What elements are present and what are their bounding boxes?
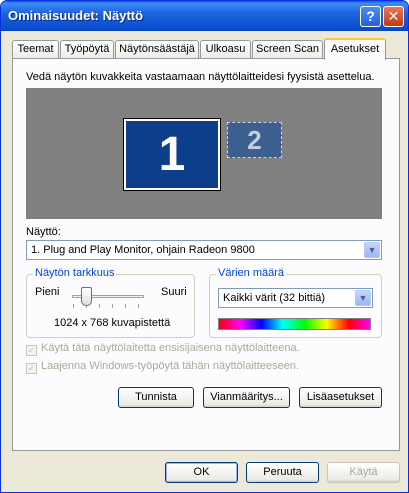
slider-tick (112, 304, 113, 308)
identify-button[interactable]: Tunnista (118, 387, 194, 408)
tab-strip: Teemat Työpöytä Näytönsäästäjä Ulkoasu S… (12, 38, 400, 60)
settings-panel: Vedä näytön kuvakkeita vastaamaan näyttö… (12, 58, 400, 451)
color-quality-value: Kaikki värit (32 bittiä) (223, 292, 326, 304)
window-title: Ominaisuudet: Näyttö (8, 8, 144, 23)
resolution-slider-thumb[interactable] (81, 287, 92, 306)
tab-screen-scan[interactable]: Screen Scan (252, 40, 323, 59)
ok-button[interactable]: OK (165, 462, 238, 483)
monitor-1[interactable]: 1 (123, 118, 221, 191)
color-quality-title: Värien määrä (216, 267, 287, 279)
tab-appearance[interactable]: Ulkoasu (200, 40, 251, 59)
resolution-min-label: Pieni (35, 286, 60, 298)
resolution-max-label: Suuri (161, 286, 187, 298)
monitor-arrangement-area[interactable]: 1 2 (26, 88, 382, 219)
resolution-title: Näytön tarkkuus (33, 267, 117, 279)
tab-themes[interactable]: Teemat (12, 40, 59, 59)
chevron-down-icon[interactable]: ▼ (364, 242, 380, 258)
slider-tick (125, 304, 126, 308)
help-button[interactable]: ? (360, 6, 381, 27)
cancel-button[interactable]: Peruuta (246, 462, 319, 483)
monitor-2[interactable]: 2 (227, 122, 282, 158)
color-quality-select[interactable]: Kaikki värit (32 bittiä) ▼ (218, 288, 373, 308)
display-select[interactable]: 1. Plug and Play Monitor, ohjain Radeon … (26, 240, 382, 260)
tab-settings[interactable]: Asetukset (324, 38, 386, 60)
title-bar[interactable]: Ominaisuudet: Näyttö ? ✕ (1, 1, 408, 31)
slider-tick (138, 304, 139, 308)
color-spectrum-bar (218, 318, 371, 330)
close-button[interactable]: ✕ (383, 6, 404, 27)
checkmark-icon: ✓ (26, 345, 37, 356)
chevron-down-icon[interactable]: ▼ (355, 290, 371, 306)
apply-button[interactable]: Käytä (327, 462, 400, 483)
extend-desktop-checkbox[interactable]: ✓ Laajenna Windows-työpöytä tähän näyttöl… (26, 360, 299, 374)
display-properties-window: Ominaisuudet: Näyttö ? ✕ Teemat Työpöytä… (0, 0, 409, 493)
color-quality-group: Värien määrä Kaikki värit (32 bittiä) ▼ (209, 267, 382, 338)
display-label: Näyttö: (26, 226, 61, 238)
resolution-group: Näytön tarkkuus Pieni Suuri 1024 x 768 k… (26, 267, 195, 338)
advanced-button[interactable]: Lisäasetukset (299, 387, 382, 408)
display-select-value: 1. Plug and Play Monitor, ohjain Radeon … (31, 244, 255, 256)
resolution-value: 1024 x 768 kuvapistettä (54, 317, 171, 329)
troubleshoot-button[interactable]: Vianmääritys... (203, 387, 290, 408)
slider-tick (99, 304, 100, 308)
primary-display-label: Käytä tätä näyttölaitetta ensisijaisena … (41, 342, 300, 354)
slider-tick (73, 304, 74, 308)
tab-screensaver[interactable]: Näytönsäästäjä (115, 40, 199, 59)
extend-desktop-label: Laajenna Windows-työpöytä tähän näyttöla… (41, 360, 300, 372)
instruction-text: Vedä näytön kuvakkeita vastaamaan näyttö… (26, 71, 375, 83)
tab-desktop[interactable]: Työpöytä (60, 40, 114, 59)
close-icon: ✕ (387, 8, 400, 24)
checkmark-icon: ✓ (26, 363, 37, 374)
primary-display-checkbox[interactable]: ✓ Käytä tätä näyttölaitetta ensisijaisena… (26, 342, 300, 356)
